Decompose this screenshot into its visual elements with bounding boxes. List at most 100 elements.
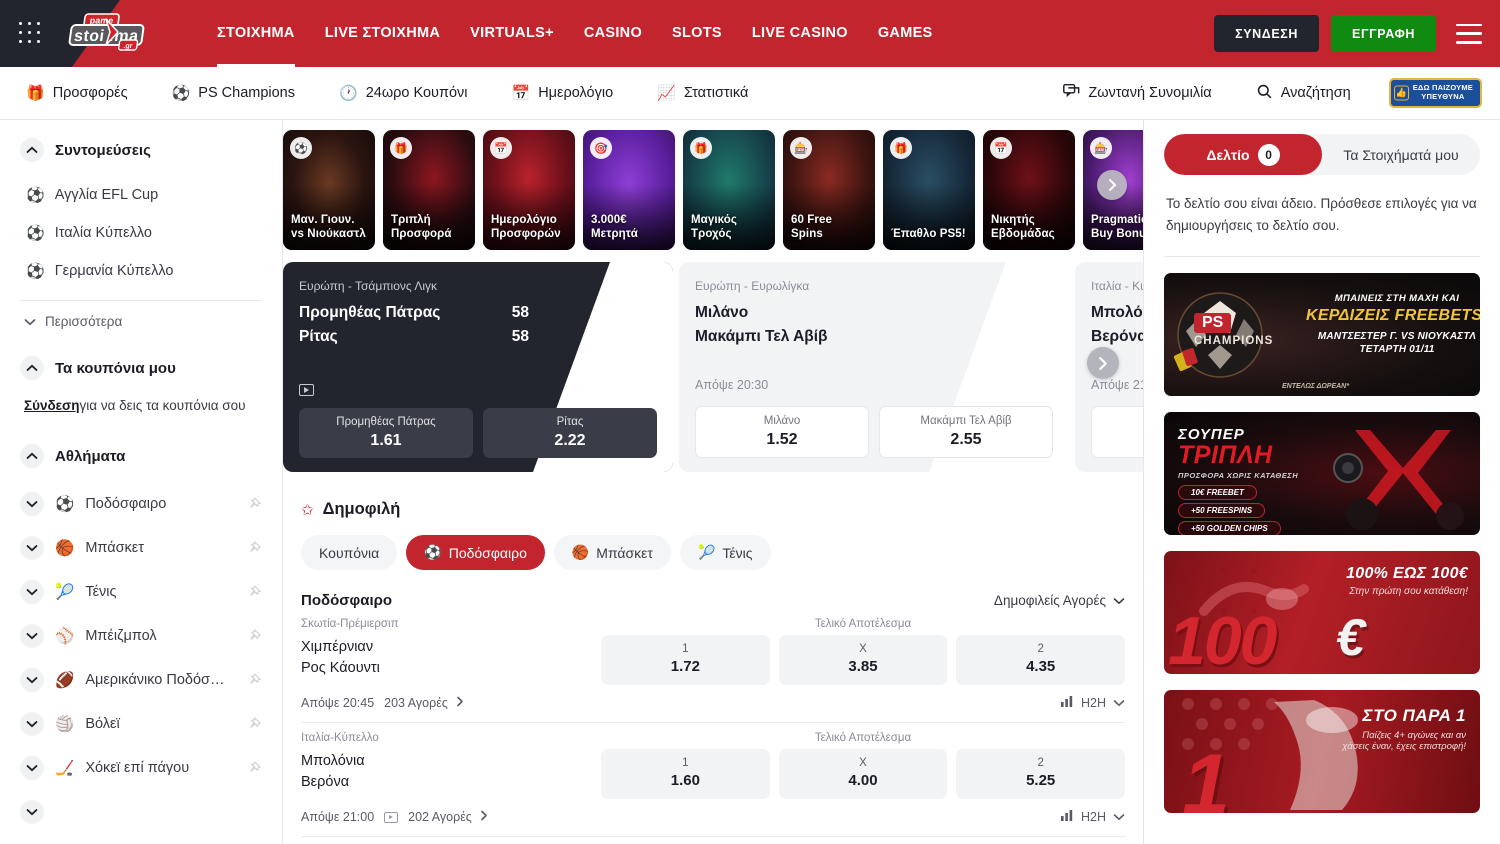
subnav-item-statistika[interactable]: 📈 Στατιστικά bbox=[635, 85, 770, 101]
nav-item-live-casino[interactable]: LIVE CASINO bbox=[737, 0, 863, 67]
odd-button-home[interactable]: Προμηθέας Πάτρας 1.61 bbox=[299, 408, 473, 458]
sidebar-item-mpeizmpol[interactable]: ⚾ Μπέιζμπολ bbox=[20, 614, 262, 658]
sidebar-item-volei[interactable]: 🏐 Βόλεϊ bbox=[20, 702, 262, 746]
sidebar-shortcut-germania-kypello[interactable]: ⚽ Γερμανία Κύπελλο bbox=[20, 252, 262, 290]
responsible-gaming-badge[interactable]: 👍 ΕΔΩ ΠΑΙΖΟΥΜΕ ΥΠΕΥΘΥΝΑ bbox=[1389, 78, 1482, 107]
odd-button-x[interactable]: X 4.00 bbox=[779, 749, 948, 799]
nav-item-slots[interactable]: SLOTS bbox=[657, 0, 737, 67]
sidebar-section-shortcuts[interactable]: Συντομεύσεις bbox=[20, 138, 262, 162]
promo-card-imerologio-prosforon[interactable]: 📅 Ημερολόγιο Προσφορών bbox=[483, 130, 575, 250]
register-button[interactable]: ΕΓΓΡΑΦΗ bbox=[1331, 15, 1436, 52]
match-teams[interactable]: Σκωτία-Πρέμιερσιπ Χιμπέρνιαν Ρος Κάουντι bbox=[301, 618, 601, 679]
promo-card-ps-champions[interactable]: ⚽ Μαν. Γιουν. vs Νιούκαστλ bbox=[283, 130, 375, 250]
login-button[interactable]: ΣΥΝΔΕΣΗ bbox=[1214, 15, 1319, 52]
sidebar-shortcut-italia-kypello[interactable]: ⚽ Ιταλία Κύπελλο bbox=[20, 214, 262, 252]
live-stream-icon[interactable] bbox=[384, 812, 398, 823]
pin-icon[interactable] bbox=[246, 628, 262, 644]
promo-card-magikos-troxos[interactable]: 🎁 Μαγικός Τροχός bbox=[683, 130, 775, 250]
promo-card-nikitis-evdomadas[interactable]: 📅 Νικητής Εβδομάδας bbox=[983, 130, 1075, 250]
chevron-down-icon[interactable] bbox=[20, 800, 44, 824]
promo-card-60-free-spins[interactable]: 🎰 60 Free Spins bbox=[783, 130, 875, 250]
subnav-item-ps-champions[interactable]: ⚽ PS Champions bbox=[150, 85, 317, 101]
featured-match-card-upcoming[interactable]: Ευρώπη - Ευρωλίγκα Μιλάνο Μακάμπι Τελ Αβ… bbox=[679, 262, 1069, 472]
odd-button-away[interactable]: Μακάμπι Τελ Αβίβ 2.55 bbox=[879, 406, 1053, 458]
site-logo[interactable]: pame stoi ima .gr bbox=[59, 9, 164, 59]
sidebar-section-my-coupons[interactable]: Τα κουπόνια μου bbox=[20, 356, 262, 380]
odd-button-2[interactable]: 2 5.25 bbox=[956, 749, 1125, 799]
nav-item-casino[interactable]: CASINO bbox=[569, 0, 657, 67]
promo-card-tripli-prosfora[interactable]: 🎁 Τριπλή Προσφορά bbox=[383, 130, 475, 250]
match-kickoff-time: Απόψε 21:00 bbox=[1091, 378, 1143, 392]
odd-button-x[interactable]: X 3.85 bbox=[779, 635, 948, 685]
pin-icon[interactable] bbox=[246, 760, 262, 776]
live-chat-button[interactable]: Ζωντανή Συνομιλία bbox=[1054, 82, 1233, 104]
pin-icon[interactable] bbox=[246, 716, 262, 732]
tab-my-bets[interactable]: Τα Στοιχήματά μου bbox=[1322, 134, 1480, 175]
match-teams[interactable]: Ιταλία-Κύπελλο Μπολόνια Βερόνα bbox=[301, 732, 601, 793]
promo-banner-super-tripli[interactable]: ΣΟΥΠΕΡ ΤΡΙΠΛΗ ΠΡΟΣΦΟΡΑ ΧΩΡΙΣ ΚΑΤΑΘΕΣΗ 10… bbox=[1164, 412, 1480, 535]
pin-icon[interactable] bbox=[246, 496, 262, 512]
tab-mpasket[interactable]: 🏀 Μπάσκετ bbox=[554, 535, 671, 570]
featured-carousel-next-button[interactable] bbox=[1087, 347, 1119, 379]
promo-banner-first-deposit[interactable]: 100 € 100% ΕΩΣ 100€ Στην πρώτη σου κατάθ… bbox=[1164, 551, 1480, 674]
h2h-toggle[interactable]: H2H bbox=[1061, 696, 1125, 710]
subnav-item-imerologio[interactable]: 📅 Ημερολόγιο bbox=[490, 85, 636, 101]
chevron-down-icon[interactable] bbox=[20, 712, 44, 736]
tab-betslip[interactable]: Δελτίο 0 bbox=[1164, 134, 1322, 175]
promo-carousel-next-button[interactable] bbox=[1097, 170, 1127, 200]
tab-podosfairo[interactable]: ⚽ Ποδόσφαιρο bbox=[406, 535, 545, 570]
sidebar-item-xokei-epi-pagou[interactable]: 🏒 Χόκεϊ επί πάγου bbox=[20, 746, 262, 790]
tab-tenis[interactable]: 🎾 Τένις bbox=[680, 535, 771, 570]
tab-koupounia[interactable]: Κουπόνια bbox=[301, 535, 397, 570]
pin-icon[interactable] bbox=[246, 540, 262, 556]
match-league: Ευρώπη - Ευρωλίγκα bbox=[695, 279, 1053, 293]
markets-filter-dropdown[interactable]: Δημοφιλείς Αγορές bbox=[994, 593, 1125, 608]
promo-card-epathlo-ps5[interactable]: 🎁 Έπαθλο PS5! bbox=[883, 130, 975, 250]
odd-button-home[interactable]: 1 1.6 bbox=[1091, 406, 1143, 458]
home-team-name: Μπολόνια bbox=[301, 751, 601, 772]
markets-count-link[interactable]: 203 Αγορές bbox=[384, 696, 464, 710]
banner-big-currency: € bbox=[1336, 608, 1365, 668]
live-stream-icon[interactable] bbox=[299, 384, 314, 396]
nav-item-stoixima[interactable]: ΣΤΟΙΧΗΜΑ bbox=[202, 0, 310, 67]
subnav-item-24oro-koupon[interactable]: 🕐 24ωρο Κουπόνι bbox=[317, 85, 490, 101]
sidebar-item-mpasket[interactable]: 🏀 Μπάσκετ bbox=[20, 526, 262, 570]
coupons-login-link[interactable]: Σύνδεση bbox=[24, 398, 80, 413]
main-header: pame stoi ima .gr ΣΤΟΙΧΗΜΑ LIVE ΣΤΟΙΧΗΜΑ… bbox=[0, 0, 1500, 67]
home-team-name: Μιλάνο bbox=[695, 304, 748, 322]
apps-grid-icon[interactable] bbox=[19, 22, 43, 46]
odd-button-1[interactable]: 1 1.60 bbox=[601, 749, 770, 799]
hamburger-menu-icon[interactable] bbox=[1456, 24, 1482, 44]
sidebar-item-tenis[interactable]: 🎾 Τένις bbox=[20, 570, 262, 614]
sidebar-shortcut-efl-cup[interactable]: ⚽ Αγγλία EFL Cup bbox=[20, 176, 262, 214]
markets-count-link[interactable]: 202 Αγορές bbox=[408, 810, 488, 824]
sidebar-item-podosfairo[interactable]: ⚽ Ποδόσφαιρο bbox=[20, 482, 262, 526]
sidebar-section-sports[interactable]: Αθλήματα bbox=[20, 444, 262, 468]
clock-icon: 🕐 bbox=[339, 86, 358, 101]
featured-match-card-live[interactable]: Ευρώπη - Τσάμπιονς Λιγκ Προμηθέας Πάτρας… bbox=[283, 262, 673, 472]
sidebar-item-next-partial[interactable] bbox=[20, 790, 262, 834]
pin-icon[interactable] bbox=[246, 584, 262, 600]
odd-button-2[interactable]: 2 4.35 bbox=[956, 635, 1125, 685]
nav-item-live-stoixima[interactable]: LIVE ΣΤΟΙΧΗΜΑ bbox=[310, 0, 455, 67]
sidebar-more-button[interactable]: Περισσότερα bbox=[20, 301, 262, 342]
chevron-down-icon[interactable] bbox=[20, 580, 44, 604]
odd-button-home[interactable]: Μιλάνο 1.52 bbox=[695, 406, 869, 458]
promo-banner-sto-para-1[interactable]: 1 ΣΤΟ ΠΑΡΑ 1 Παίζεις 4+ αγώνες και αν χά… bbox=[1164, 690, 1480, 813]
search-button[interactable]: Αναζήτηση bbox=[1234, 83, 1373, 104]
chevron-down-icon[interactable] bbox=[20, 624, 44, 648]
promo-card-3000-metrita[interactable]: 🎯 3.000€ Μετρητά bbox=[583, 130, 675, 250]
nav-item-virtuals[interactable]: VIRTUALS+ bbox=[455, 0, 569, 67]
chevron-down-icon[interactable] bbox=[20, 536, 44, 560]
odd-button-1[interactable]: 1 1.72 bbox=[601, 635, 770, 685]
chevron-down-icon[interactable] bbox=[20, 492, 44, 516]
subnav-item-prosfores[interactable]: 🎁 Προσφορές bbox=[18, 85, 150, 101]
promo-banner-ps-champions[interactable]: PS CHAMPIONS ΜΠΑΙΝΕΙΣ ΣΤΗ ΜΑΧΗ ΚΑΙ ΚΕΡΔΙ… bbox=[1164, 273, 1480, 396]
nav-item-games[interactable]: GAMES bbox=[863, 0, 948, 67]
chevron-down-icon[interactable] bbox=[20, 756, 44, 780]
h2h-toggle[interactable]: H2H bbox=[1061, 810, 1125, 824]
chevron-down-icon[interactable] bbox=[20, 668, 44, 692]
odd-button-away[interactable]: Ρίτας 2.22 bbox=[483, 408, 657, 458]
pin-icon[interactable] bbox=[246, 672, 262, 688]
sidebar-item-amerikaniko-podosfairo[interactable]: 🏈 Αμερικάνικο Ποδόσ… bbox=[20, 658, 262, 702]
